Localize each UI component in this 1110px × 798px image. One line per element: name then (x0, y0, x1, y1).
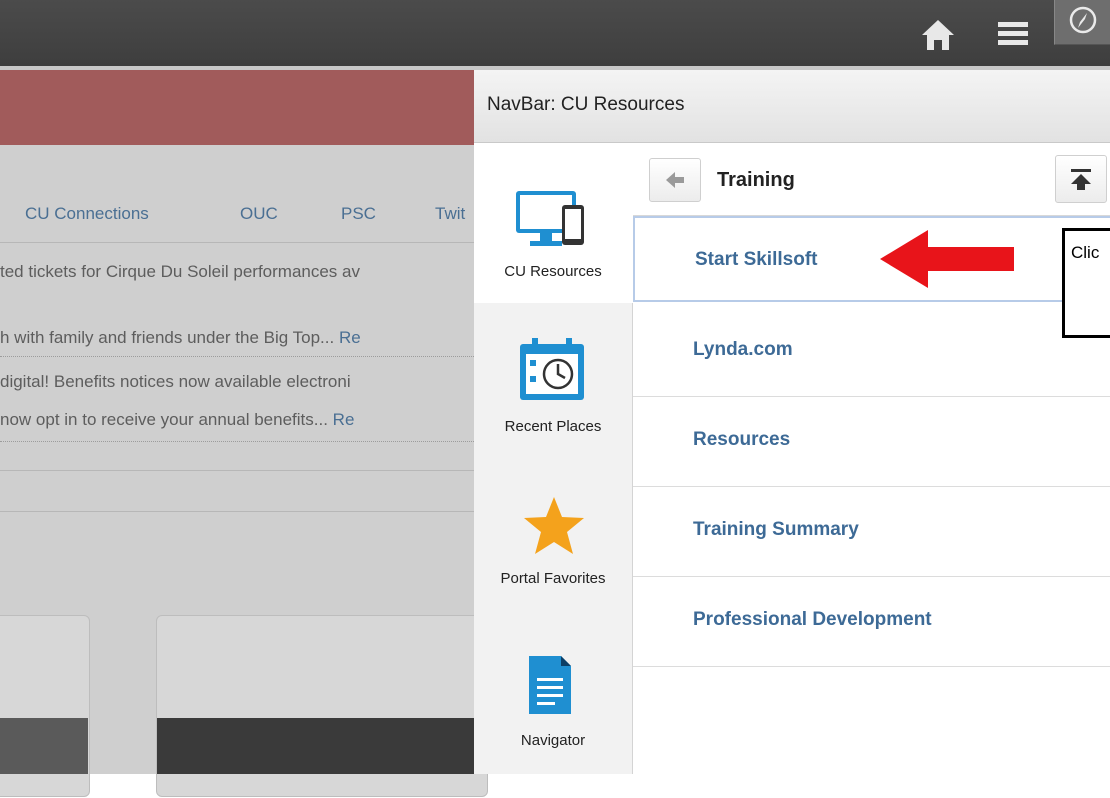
list-item-label: Lynda.com (693, 339, 793, 360)
divider (0, 242, 474, 243)
tab-twitter: Twit (435, 204, 466, 223)
navbar-button[interactable] (1054, 0, 1110, 45)
list-item-start-skillsoft[interactable]: Start Skillsoft (633, 216, 1110, 302)
sidebar-item-navigator[interactable]: Navigator (474, 638, 632, 798)
divider (0, 511, 474, 512)
tile-footer (0, 718, 88, 774)
list-item-label: Training Summary (693, 519, 859, 540)
document-icon (529, 656, 571, 714)
tile-footer (157, 718, 474, 774)
list-item-training-summary[interactable]: Training Summary (633, 487, 1110, 577)
list-item-professional-development[interactable]: Professional Development (633, 577, 1110, 667)
read-more-link: Re (338, 328, 361, 347)
news-line: digital! Benefits notices now available … (0, 372, 351, 392)
navbar-header: NavBar: CU Resources (474, 70, 1110, 143)
list-item-label: Professional Development (693, 609, 932, 630)
back-button[interactable] (649, 158, 701, 202)
compass-icon (1069, 6, 1097, 34)
tab-psc: PSC (341, 204, 376, 223)
scroll-to-top-button[interactable] (1055, 155, 1107, 203)
news-text: digital! Benefits notices now available … (0, 372, 351, 391)
sidebar-item-label: CU Resources (504, 263, 602, 280)
news-line: h with family and friends under the Big … (0, 328, 361, 348)
news-text: ted tickets for Cirque Du Soleil perform… (0, 262, 360, 281)
sidebar-item-portal-favorites[interactable]: Portal Favorites (474, 473, 632, 633)
navbar-panel: NavBar: CU Resources CU Resources Recent… (474, 70, 1110, 774)
callout-text: Clic (1071, 243, 1100, 262)
sidebar-item-cu-resources[interactable]: CU Resources (474, 143, 633, 303)
top-bar (0, 0, 1110, 66)
content-title: Training (717, 169, 795, 191)
collapse-to-top-icon (1071, 169, 1091, 190)
content-header: Training (633, 143, 1110, 216)
navbar-content: Training Start Skillsoft Lynda.com Resou… (633, 143, 1110, 774)
calendar-clock-icon (520, 338, 584, 400)
annotation-callout: Clic (1062, 228, 1110, 338)
news-line: ted tickets for Cirque Du Soleil perform… (0, 262, 360, 282)
list-item-lynda[interactable]: Lynda.com (633, 307, 1110, 397)
annotation-arrow-icon (880, 230, 1014, 288)
divider (0, 356, 474, 357)
navbar-sidebar: CU Resources Recent Places Portal Favori… (474, 143, 633, 774)
back-arrow-icon (666, 172, 684, 188)
list-item-label: Start Skillsoft (695, 249, 818, 270)
sidebar-item-label: Recent Places (504, 418, 602, 435)
star-icon (524, 497, 584, 554)
devices-icon (516, 191, 584, 246)
list-item-resources[interactable]: Resources (633, 397, 1110, 487)
sidebar-item-label: Navigator (520, 732, 586, 749)
tab-cu-connections: CU Connections (25, 204, 149, 223)
sidebar-item-recent-places[interactable]: Recent Places (474, 308, 632, 468)
news-text: h with family and friends under the Big … (0, 328, 335, 347)
navbar-title: NavBar: CU Resources (487, 94, 685, 115)
read-more-link: Re (332, 410, 355, 429)
divider (0, 441, 474, 442)
divider (0, 470, 474, 471)
tab-ouc: OUC (240, 204, 278, 223)
news-text: now opt in to receive your annual benefi… (0, 410, 328, 429)
hamburger-menu-icon[interactable] (996, 18, 1030, 48)
background-banner (0, 70, 474, 145)
home-icon[interactable] (920, 18, 956, 52)
list-item-label: Resources (693, 429, 791, 450)
background-page: CU Connections OUC PSC Twit ted tickets … (0, 70, 488, 797)
news-line: now opt in to receive your annual benefi… (0, 410, 354, 430)
sidebar-item-label: Portal Favorites (500, 570, 606, 587)
